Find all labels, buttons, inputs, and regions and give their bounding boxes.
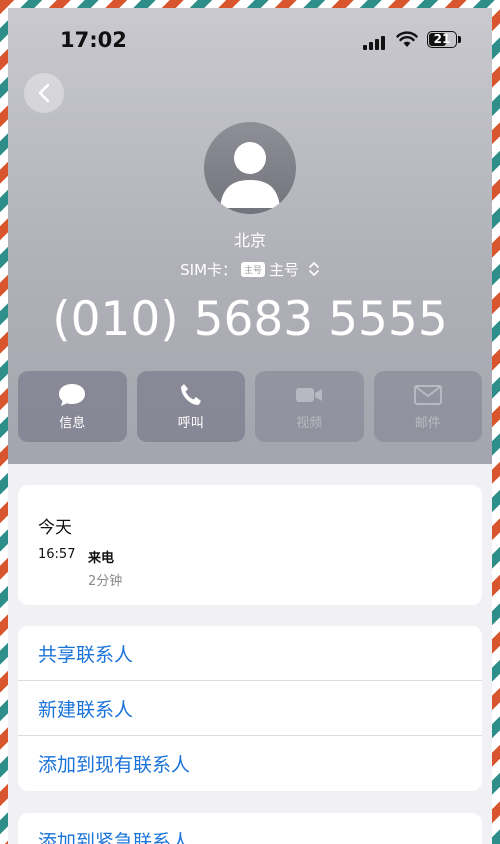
phone-screen: 17:02 21 北京 SIM卡： 主号 主号 (010) 5683 5555 … [8, 8, 492, 844]
chevron-left-icon [38, 83, 50, 103]
emergency-options-card: 添加到紧急联系人 [18, 813, 482, 844]
sim-badge: 主号 [241, 262, 266, 277]
sim-label: SIM卡： [180, 261, 238, 279]
phone-icon [180, 384, 201, 405]
call-button[interactable]: 呼叫 [136, 371, 245, 442]
video-button[interactable]: 视频 [255, 371, 364, 442]
cellular-signal-icon [363, 34, 389, 50]
battery-level: 21 [433, 32, 451, 46]
status-time: 17:02 [60, 28, 127, 52]
person-icon [220, 142, 280, 208]
video-icon [296, 388, 323, 402]
recent-calls-card: 今天 16:57 来电 2分钟 [18, 485, 482, 605]
recent-day: 今天 [38, 518, 72, 538]
sim-selector[interactable]: SIM卡： 主号 主号 [8, 259, 492, 280]
action-buttons: 信息 呼叫 视频 邮件 [18, 371, 482, 442]
add-to-existing-contact-button[interactable]: 添加到现有联系人 [18, 736, 482, 791]
contact-header: 17:02 21 北京 SIM卡： 主号 主号 (010) 5683 5555 … [8, 8, 492, 464]
chevron-up-down-icon [309, 262, 319, 276]
add-emergency-contact-button[interactable]: 添加到紧急联系人 [18, 813, 482, 844]
status-bar: 17:02 21 [8, 8, 492, 68]
call-label: 呼叫 [177, 416, 204, 431]
mail-button[interactable]: 邮件 [373, 371, 482, 442]
new-contact-button[interactable]: 新建联系人 [18, 681, 482, 736]
video-label: 视频 [296, 416, 323, 431]
recent-time: 16:57 [38, 547, 76, 562]
contact-location: 北京 [233, 231, 266, 250]
battery-icon: 21 [427, 31, 457, 48]
mail-label: 邮件 [414, 416, 441, 431]
battery-tip [458, 36, 461, 43]
recent-duration: 2分钟 [88, 574, 123, 589]
back-button[interactable] [24, 73, 64, 113]
mail-icon [413, 385, 442, 405]
share-contact-button[interactable]: 共享联系人 [18, 626, 482, 681]
recent-call-type: 来电 [88, 551, 115, 566]
message-button[interactable]: 信息 [18, 371, 127, 442]
contact-options-card: 共享联系人 新建联系人 添加到现有联系人 [18, 626, 482, 791]
avatar [204, 122, 296, 214]
phone-number: (010) 5683 5555 [52, 292, 448, 347]
sim-line: 主号 [269, 261, 300, 279]
message-icon [59, 384, 86, 406]
wifi-icon [396, 31, 418, 47]
message-label: 信息 [59, 416, 86, 431]
